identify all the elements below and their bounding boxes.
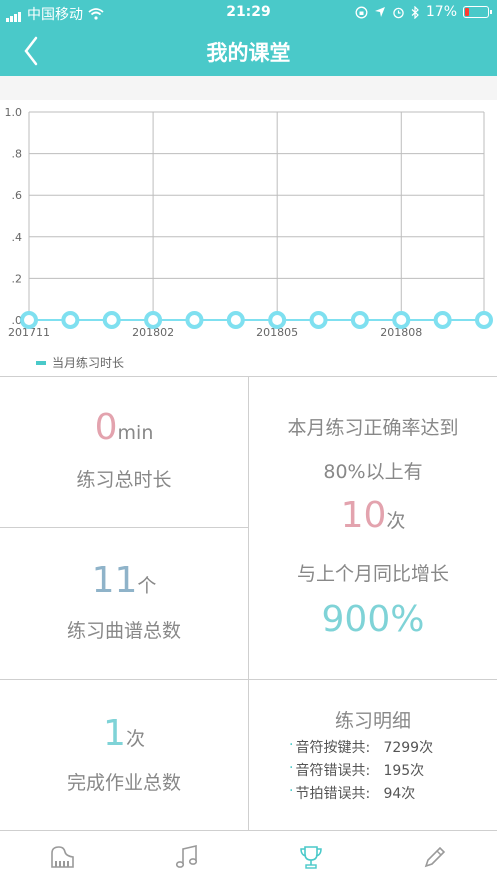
detail-value: 7299次 xyxy=(383,740,434,756)
trophy-icon xyxy=(300,846,322,869)
page-title: 我的课堂 xyxy=(206,41,291,65)
detail-value: 94次 xyxy=(383,786,416,802)
homework-value-row: 1次 xyxy=(0,713,248,754)
data-point xyxy=(392,311,411,329)
details-card: 练习明细 · 音符按键共: 7299次 · 音符错误共: 195次 · 节拍错误… xyxy=(249,680,497,831)
alarm-icon xyxy=(393,7,404,18)
homework-label: 完成作业总数 xyxy=(66,772,181,794)
data-point xyxy=(433,311,452,329)
header-spacer xyxy=(0,76,497,100)
total-time-label: 练习总时长 xyxy=(76,469,172,491)
total-scores-label: 练习曲谱总数 xyxy=(66,620,181,642)
detail-row: · 节拍错误共: 94次 xyxy=(289,783,415,803)
bullet-icon: · xyxy=(289,760,294,776)
tab-piano[interactable] xyxy=(48,843,78,871)
rotation-lock-icon xyxy=(355,6,368,18)
battery-level xyxy=(465,8,469,16)
bluetooth-icon xyxy=(411,5,419,19)
battery-percent: 17% xyxy=(425,4,457,20)
detail-row: · 音符按键共: 7299次 xyxy=(289,737,433,757)
battery-icon xyxy=(463,6,492,18)
total-scores-value: 11 xyxy=(91,560,138,601)
homework-value: 1 xyxy=(103,713,126,754)
y-tick-label: .4 xyxy=(12,231,23,244)
accuracy-count-row: 10次 xyxy=(249,495,497,536)
homework-card: 1次 完成作业总数 xyxy=(0,680,249,831)
legend-label: 当月练习时长 xyxy=(52,356,125,370)
total-time-value-row: 0min xyxy=(0,407,248,448)
accuracy-line2: 80%以上有 xyxy=(323,461,423,483)
data-point xyxy=(61,311,80,329)
data-point xyxy=(226,311,245,329)
stats-grid: 0min 练习总时长 11个 练习曲谱总数 1次 完成作业总数 本月练习正确率达… xyxy=(0,376,497,831)
data-point xyxy=(475,311,493,329)
y-tick-label: 1.0 xyxy=(5,106,23,119)
accuracy-count-unit: 次 xyxy=(386,510,406,532)
accuracy-line3: 与上个月同比增长 xyxy=(296,563,449,585)
detail-row: · 音符错误共: 195次 xyxy=(289,760,424,780)
detail-name: 音符错误共: xyxy=(295,763,371,779)
total-time-unit: min xyxy=(117,422,154,444)
data-point xyxy=(309,311,328,329)
nav-bar: 我的课堂 xyxy=(0,26,497,76)
total-scores-unit: 个 xyxy=(137,575,157,597)
tab-trophy[interactable] xyxy=(296,843,326,871)
total-scores-value-row: 11个 xyxy=(0,560,248,601)
y-tick-label: .2 xyxy=(12,272,23,285)
piano-icon xyxy=(51,846,74,868)
data-point xyxy=(20,311,38,329)
homework-unit: 次 xyxy=(125,728,145,750)
data-point xyxy=(268,311,287,329)
tab-pencil[interactable] xyxy=(420,843,450,871)
status-bar: 中国移动 21:29 17% xyxy=(0,0,497,26)
total-time-value: 0 xyxy=(94,407,118,448)
music-note-icon xyxy=(175,844,198,868)
data-point xyxy=(144,311,163,329)
status-right: 17% xyxy=(355,4,492,20)
accuracy-card: 本月练习正确率达到 80%以上有 10次 与上个月同比增长 900% xyxy=(249,377,497,680)
total-time-card: 0min 练习总时长 xyxy=(0,377,249,528)
details-title: 练习明细 xyxy=(334,710,411,732)
y-tick-label: .8 xyxy=(12,148,23,161)
bullet-icon: · xyxy=(289,783,294,799)
location-icon xyxy=(374,7,385,17)
chart-legend: 当月练习时长 xyxy=(36,354,124,371)
detail-value: 195次 xyxy=(383,763,425,779)
detail-name: 节拍错误共: xyxy=(295,786,371,802)
data-point xyxy=(185,311,204,329)
tab-music[interactable] xyxy=(172,843,202,871)
data-point xyxy=(102,311,121,329)
practice-chart: 1.0.8.6.4.2.0 201711 201802 201805 201808 当月… xyxy=(0,100,497,376)
y-tick-label: .6 xyxy=(12,189,23,202)
tab-bar xyxy=(0,830,497,883)
total-scores-card: 11个 练习曲谱总数 xyxy=(0,528,249,680)
bullet-icon: · xyxy=(289,737,294,753)
growth-value: 900% xyxy=(321,599,425,640)
legend-swatch xyxy=(36,360,46,365)
accuracy-count: 10 xyxy=(340,495,387,536)
data-point xyxy=(350,311,369,329)
detail-name: 音符按键共: xyxy=(295,740,371,756)
pencil-icon xyxy=(424,846,446,868)
line-chart: 1.0.8.6.4.2.0201711 201802 201805 201808 xyxy=(5,106,493,339)
accuracy-line1: 本月练习正确率达到 xyxy=(287,417,459,439)
